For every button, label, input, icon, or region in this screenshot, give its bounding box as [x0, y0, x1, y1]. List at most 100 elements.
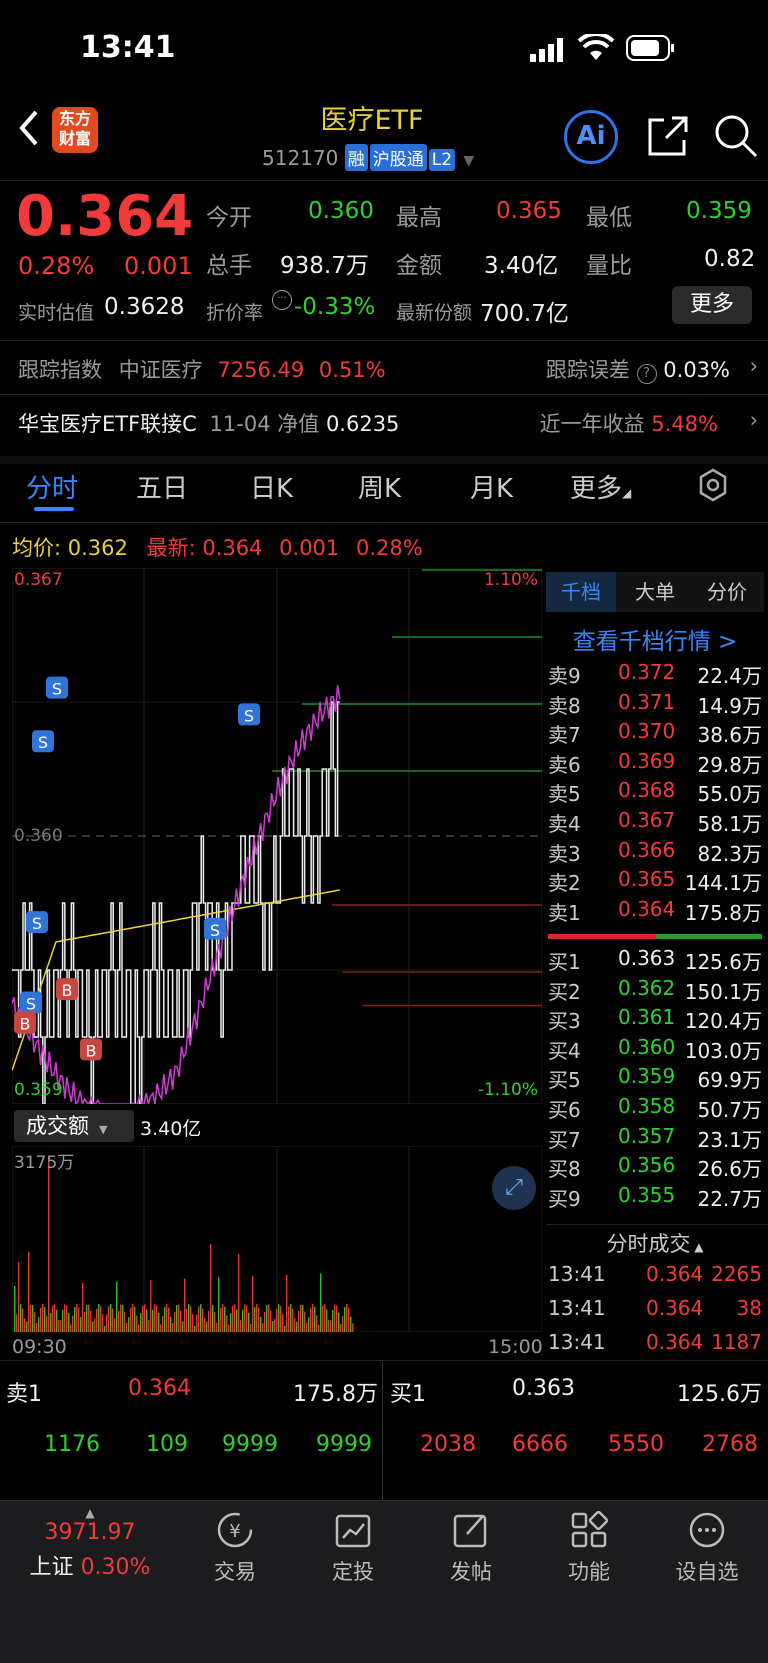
- search-icon[interactable]: [712, 112, 760, 164]
- ask-row[interactable]: 卖6 0.369 29.8万: [548, 749, 762, 778]
- linked-fund-row[interactable]: 华宝医疗ETF联接C 11-04 净值 0.6235 近一年收益 5.48% ›: [18, 408, 758, 438]
- svg-text:S: S: [244, 706, 254, 725]
- ask-row[interactable]: 卖8 0.371 14.9万: [548, 690, 762, 719]
- sell-marker[interactable]: S: [32, 730, 54, 753]
- tab-monthly-k[interactable]: 月K: [470, 468, 513, 505]
- volume-bar: [146, 1309, 148, 1332]
- index-ticker[interactable]: ▲ 3971.97 上证 0.30%: [20, 1506, 160, 1581]
- tab-invest[interactable]: 定投: [298, 1510, 408, 1586]
- tab-large-orders[interactable]: 大单: [620, 572, 690, 612]
- tab-five-day[interactable]: 五日: [136, 468, 188, 505]
- volume-bar: [66, 1305, 68, 1332]
- ask-row[interactable]: 卖9 0.372 22.4万: [548, 660, 762, 689]
- volume-bar: [270, 1310, 272, 1332]
- bid-row[interactable]: 买2 0.362 150.1万: [548, 976, 762, 1005]
- expand-button[interactable]: ⤢: [492, 1166, 536, 1210]
- row-price: 0.366: [618, 837, 676, 862]
- app-logo[interactable]: 东方 财富: [52, 107, 98, 153]
- tab-watchlist[interactable]: 设自选: [652, 1510, 762, 1586]
- volume-bar: [262, 1323, 264, 1332]
- volume-bar: [120, 1304, 122, 1332]
- volume-chart[interactable]: 3175万 ⤢: [11, 1145, 543, 1333]
- tab-weekly-k[interactable]: 周K: [358, 468, 401, 505]
- back-button[interactable]: [16, 108, 42, 152]
- sell-marker[interactable]: S: [20, 991, 42, 1014]
- ask-row[interactable]: 卖3 0.366 82.3万: [548, 838, 762, 867]
- volume-bar: [260, 1316, 262, 1332]
- order-depth-link[interactable]: 查看千档行情 >: [546, 622, 764, 656]
- info-icon[interactable]: ···: [272, 290, 292, 310]
- more-button[interactable]: 更多: [672, 286, 752, 324]
- tab-qiandang[interactable]: 千档: [546, 572, 616, 612]
- tab-functions[interactable]: 功能: [534, 1510, 644, 1586]
- trade-icon: ¥: [217, 1512, 253, 1548]
- volume-bar: [264, 1312, 266, 1332]
- sell-marker[interactable]: S: [46, 676, 68, 699]
- tab-more[interactable]: 更多◢: [570, 468, 631, 505]
- sell-marker[interactable]: S: [204, 917, 226, 940]
- intraday-chart[interactable]: SSSSSSBBBB 0.367 0.359 0.360 1.10% -1.10…: [11, 567, 543, 1155]
- tracking-row[interactable]: 跟踪指数 中证医疗 7256.49 0.51% 跟踪误差 ? 0.03% ›: [18, 354, 758, 384]
- sell-marker[interactable]: S: [26, 911, 48, 934]
- volume-bar: [158, 1312, 160, 1332]
- row-label: 卖8: [548, 693, 581, 718]
- code-row[interactable]: 512170 融沪股通 L2 ▼: [262, 144, 502, 171]
- row-price: 0.372: [618, 660, 676, 684]
- high-label: 最高: [396, 205, 442, 231]
- bid-row[interactable]: 买4 0.360 103.0万: [548, 1035, 762, 1064]
- volume-bar: [72, 1315, 74, 1332]
- ticks-header[interactable]: 分时成交 ▲: [546, 1228, 764, 1258]
- ask-row[interactable]: 卖2 0.365 144.1万: [548, 867, 762, 896]
- tab-post[interactable]: 发帖: [416, 1510, 526, 1586]
- book-ratio-bar: [548, 934, 762, 939]
- volume-bar: [246, 1305, 248, 1332]
- buy-marker[interactable]: B: [14, 1011, 36, 1034]
- volume-bar: [252, 1275, 254, 1332]
- tab-daily-k[interactable]: 日K: [250, 468, 293, 505]
- bid-row[interactable]: 买6 0.358 50.7万: [548, 1094, 762, 1123]
- bid-row[interactable]: 买5 0.359 69.9万: [548, 1064, 762, 1093]
- bid-row[interactable]: 买1 0.363 125.6万: [548, 946, 762, 975]
- row-volume: 55.0万: [697, 782, 762, 807]
- tab-trade[interactable]: ¥ 交易: [180, 1510, 290, 1586]
- bid-row[interactable]: 买3 0.361 120.4万: [548, 1005, 762, 1034]
- ai-button[interactable]: Ai: [564, 110, 618, 164]
- volume-bar: [64, 1304, 66, 1332]
- ask-row[interactable]: 卖5 0.368 55.0万: [548, 778, 762, 807]
- share-icon[interactable]: [646, 114, 690, 162]
- ask-row[interactable]: 卖7 0.370 38.6万: [548, 719, 762, 748]
- volume-bar: [156, 1305, 158, 1332]
- tab-price-dist[interactable]: 分价: [692, 572, 762, 612]
- help-icon[interactable]: ?: [636, 364, 657, 384]
- volume-selector[interactable]: 成交额 ▼: [14, 1110, 134, 1142]
- volume-bar: [272, 1321, 274, 1332]
- row-volume: 103.0万: [684, 1038, 762, 1063]
- buy-marker[interactable]: B: [56, 978, 78, 1001]
- volume-bar: [118, 1310, 120, 1332]
- volume-bar: [124, 1311, 126, 1332]
- index-name: 上证: [29, 1555, 74, 1580]
- volume-value: 938.7万: [280, 253, 369, 279]
- volume-chart-svg: [11, 1145, 543, 1333]
- bottom-buy-row[interactable]: 买1 0.363 125.6万: [390, 1376, 762, 1408]
- volume-bar: [210, 1244, 212, 1332]
- ask-row[interactable]: 卖4 0.367 58.1万: [548, 808, 762, 837]
- volume-bar: [236, 1309, 238, 1332]
- bid-row[interactable]: 买8 0.356 26.6万: [548, 1153, 762, 1182]
- volume-bar: [170, 1316, 172, 1332]
- chevron-left-icon: [19, 110, 38, 146]
- buy-marker[interactable]: B: [80, 1038, 102, 1061]
- row-label: 卖6: [548, 752, 581, 777]
- gear-icon[interactable]: [696, 468, 730, 506]
- volume-bar: [218, 1277, 220, 1332]
- volume-bar: [256, 1304, 258, 1332]
- battery-icon: [626, 34, 676, 66]
- bid-row[interactable]: 买9 0.355 22.7万: [548, 1183, 762, 1212]
- avg-value: 0.362: [67, 536, 128, 560]
- bottom-sell-row[interactable]: 卖1 0.364 175.8万: [6, 1376, 378, 1408]
- volume-bar: [122, 1305, 124, 1332]
- tab-intraday[interactable]: 分时: [26, 468, 78, 505]
- ask-row[interactable]: 卖1 0.364 175.8万: [548, 897, 762, 926]
- sell-marker[interactable]: S: [238, 703, 260, 726]
- bid-row[interactable]: 买7 0.357 23.1万: [548, 1124, 762, 1153]
